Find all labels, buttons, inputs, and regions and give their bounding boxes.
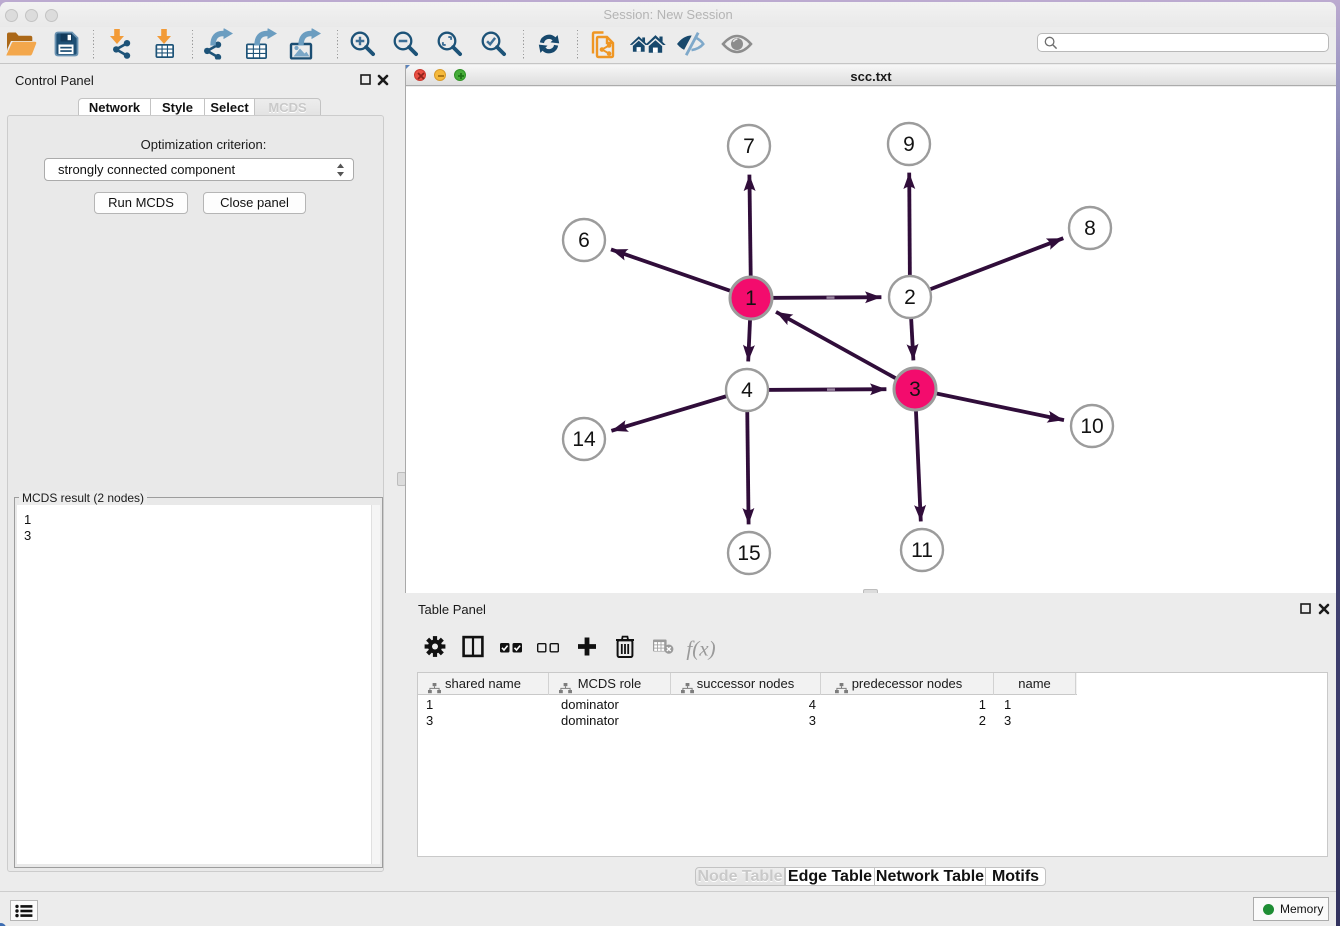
svg-text:7: 7 (743, 135, 755, 158)
svg-text:4: 4 (741, 379, 753, 402)
svg-text:11: 11 (911, 539, 933, 562)
svg-text:2: 2 (904, 286, 916, 309)
svg-text:9: 9 (903, 133, 915, 156)
svg-text:8: 8 (1084, 217, 1096, 240)
svg-text:6: 6 (578, 229, 590, 252)
svg-text:1: 1 (745, 287, 757, 310)
svg-text:3: 3 (909, 378, 921, 401)
svg-text:10: 10 (1080, 415, 1103, 438)
svg-text:14: 14 (572, 428, 596, 451)
svg-text:15: 15 (737, 542, 760, 565)
